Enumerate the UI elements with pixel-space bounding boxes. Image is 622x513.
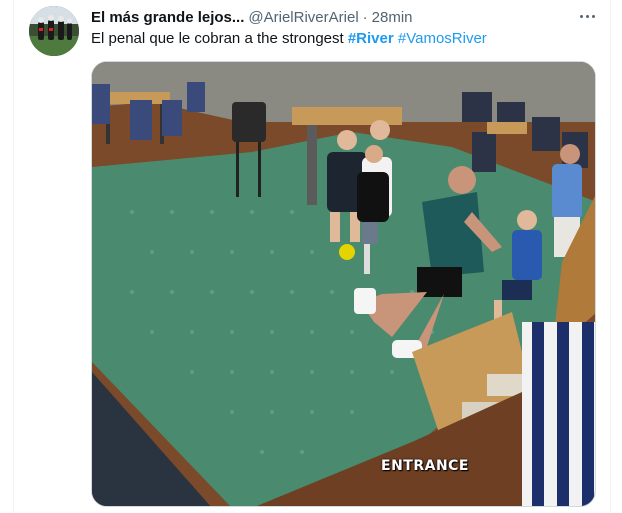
hashtag-vamosriver[interactable]: #VamosRiver xyxy=(398,30,487,47)
timeline-border-left xyxy=(13,0,14,513)
avatar-image xyxy=(29,6,79,56)
more-horizontal-icon[interactable] xyxy=(578,8,598,26)
tweet-header: El más grande lejos... @ArielRiverAriel … xyxy=(91,7,592,27)
author-name[interactable]: El más grande lejos... xyxy=(91,9,244,26)
tweet-text: El penal que le cobran a the strongest #… xyxy=(91,29,487,49)
author-handle[interactable]: @ArielRiverAriel xyxy=(248,9,358,26)
avatar[interactable] xyxy=(29,6,79,56)
tweet-body: El penal que le cobran a the strongest xyxy=(91,30,344,47)
video-frame xyxy=(92,62,595,506)
timeline-border-right xyxy=(610,0,611,513)
tweet-timestamp[interactable]: 28min xyxy=(372,9,413,26)
video-overlay-label: ENTRANCE xyxy=(381,458,469,474)
separator-dot: · xyxy=(362,8,368,26)
tweet-media-video[interactable]: ENTRANCE xyxy=(91,61,596,507)
hashtag-river[interactable]: #River xyxy=(348,30,394,47)
